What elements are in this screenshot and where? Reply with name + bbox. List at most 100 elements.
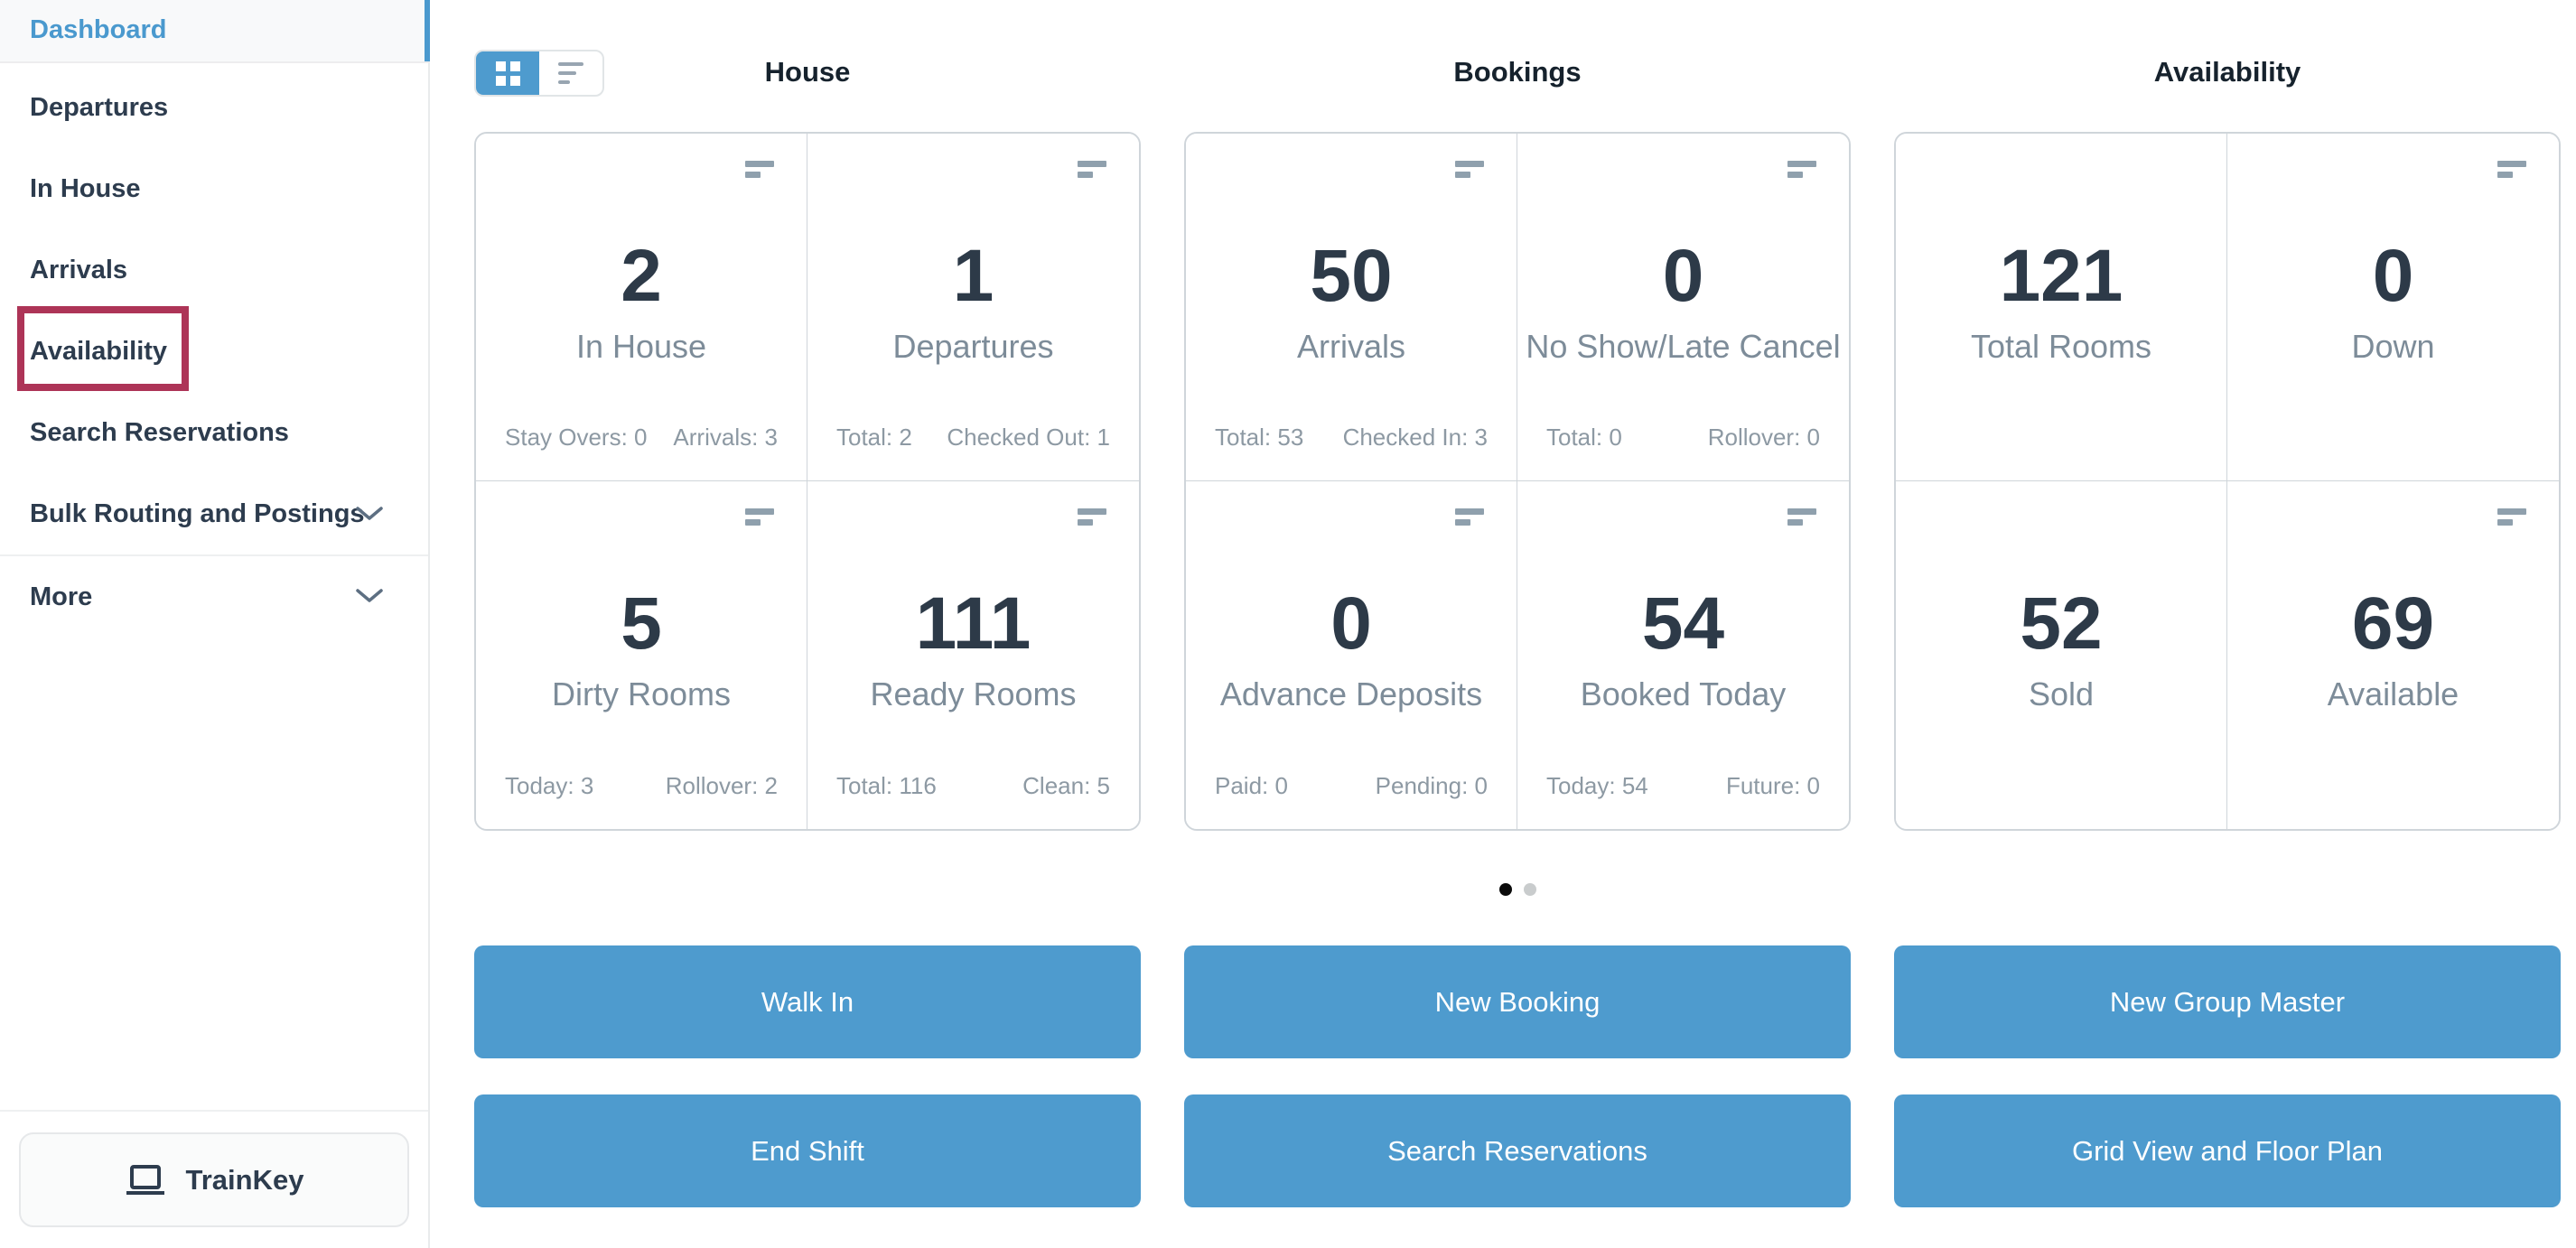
stat-label: Advance Deposits [1186, 674, 1517, 715]
sidebar-item-availability[interactable]: Availability [0, 311, 428, 392]
stat-sub-left: Paid: 0 [1215, 772, 1288, 800]
stat-value: 2 [476, 236, 807, 317]
card-menu-icon[interactable] [1078, 508, 1106, 526]
stat-card-arrivals[interactable]: 50 Arrivals Total: 53 Checked In: 3 [1186, 134, 1517, 481]
header-row: House Bookings Availability [474, 50, 2561, 95]
stat-sub-right: Checked In: 3 [1343, 424, 1488, 452]
stat-card-no-show-late-cancel[interactable]: 0 No Show/Late Cancel Total: 0 Rollover:… [1517, 134, 1849, 481]
stat-card-advance-deposits[interactable]: 0 Advance Deposits Paid: 0 Pending: 0 [1186, 481, 1517, 829]
sidebar-item-in-house[interactable]: In House [0, 148, 428, 229]
card-menu-icon[interactable] [1455, 161, 1484, 178]
stat-card-in-house[interactable]: 2 In House Stay Overs: 0 Arrivals: 3 [476, 134, 807, 481]
sidebar-footer: TrainKey [0, 1110, 428, 1248]
stat-label: Available [2227, 674, 2559, 715]
card-menu-icon[interactable] [1787, 508, 1816, 526]
stat-label: In House [476, 326, 807, 368]
stat-sub-left: Stay Overs: 0 [505, 424, 648, 452]
stat-card-total-rooms[interactable]: 121 Total Rooms [1896, 134, 2227, 481]
stat-value: 5 [476, 583, 807, 665]
stat-value: 121 [1896, 236, 2226, 317]
grid-view-icon [496, 61, 520, 86]
laptop-icon [125, 1165, 166, 1196]
new-group-master-button[interactable]: New Group Master [1894, 945, 2561, 1058]
stat-value: 0 [1517, 236, 1849, 317]
action-buttons-row-2: End Shift Search Reservations Grid View … [474, 1094, 2561, 1207]
action-buttons-row-1: Walk In New Booking New Group Master [474, 945, 2561, 1058]
stat-card-booked-today[interactable]: 54 Booked Today Today: 54 Future: 0 [1517, 481, 1849, 829]
chevron-down-icon [355, 588, 384, 604]
sidebar-item-search-reservations[interactable]: Search Reservations [0, 392, 428, 473]
trainkey-button[interactable]: TrainKey [19, 1132, 409, 1227]
sidebar-item-label: In House [30, 174, 140, 203]
stat-value: 54 [1517, 583, 1849, 665]
trainkey-label: TrainKey [186, 1164, 304, 1197]
column-title-availability: Availability [1894, 50, 2561, 95]
stat-value: 0 [1186, 583, 1517, 665]
stat-sub-left: Total: 53 [1215, 424, 1303, 452]
card-menu-icon[interactable] [1455, 508, 1484, 526]
sidebar: Dashboard Departures In House Arrivals A… [0, 0, 430, 1248]
stat-value: 69 [2227, 583, 2559, 665]
sidebar-item-departures[interactable]: Departures [0, 67, 428, 148]
active-indicator-bar [425, 0, 430, 61]
sidebar-item-dashboard[interactable]: Dashboard [0, 0, 428, 63]
stat-sub-right: Rollover: 0 [1708, 424, 1820, 452]
availability-card-group: 121 Total Rooms 0 Down 52 Sold 69 Availa… [1894, 132, 2561, 831]
stat-sub-right: Clean: 5 [1022, 772, 1110, 800]
card-menu-icon[interactable] [745, 508, 774, 526]
stat-sub-right: Pending: 0 [1376, 772, 1488, 800]
search-reservations-button[interactable]: Search Reservations [1184, 1094, 1851, 1207]
house-card-group: 2 In House Stay Overs: 0 Arrivals: 3 1 D… [474, 132, 1141, 831]
card-groups-row: 2 In House Stay Overs: 0 Arrivals: 3 1 D… [474, 132, 2561, 831]
stat-label: Arrivals [1186, 326, 1517, 368]
stat-value: 111 [807, 583, 1139, 665]
stat-label: Sold [1896, 674, 2226, 715]
stat-label: Booked Today [1517, 674, 1849, 715]
stat-value: 1 [807, 236, 1139, 317]
stat-sub-left: Total: 2 [836, 424, 912, 452]
stat-sub-left: Today: 54 [1546, 772, 1648, 800]
dashboard-main: House Bookings Availability 2 In House S… [474, 0, 2561, 1248]
pagination-dot-1[interactable] [1499, 883, 1512, 896]
sidebar-item-more[interactable]: More [0, 554, 428, 636]
new-booking-button[interactable]: New Booking [1184, 945, 1851, 1058]
sidebar-item-arrivals[interactable]: Arrivals [0, 229, 428, 311]
sidebar-item-label: More [30, 582, 92, 611]
stat-value: 52 [1896, 583, 2226, 665]
card-menu-icon[interactable] [2497, 508, 2526, 526]
sidebar-item-label: Arrivals [30, 256, 127, 284]
sidebar-item-label: Departures [30, 93, 168, 122]
card-menu-icon[interactable] [1787, 161, 1816, 178]
column-title-bookings: Bookings [1184, 50, 1851, 95]
grid-view-floor-plan-button[interactable]: Grid View and Floor Plan [1894, 1094, 2561, 1207]
chevron-down-icon [355, 506, 384, 522]
stat-card-dirty-rooms[interactable]: 5 Dirty Rooms Today: 3 Rollover: 2 [476, 481, 807, 829]
stat-label: Total Rooms [1896, 326, 2226, 368]
sidebar-item-label: Search Reservations [30, 418, 289, 447]
end-shift-button[interactable]: End Shift [474, 1094, 1141, 1207]
stat-sub-right: Arrivals: 3 [673, 424, 778, 452]
card-menu-icon[interactable] [745, 161, 774, 178]
stat-card-down[interactable]: 0 Down [2227, 134, 2559, 481]
grid-view-button[interactable] [476, 51, 539, 95]
sidebar-item-bulk-routing-and-postings[interactable]: Bulk Routing and Postings [0, 473, 428, 554]
stat-sub-left: Total: 116 [836, 772, 937, 800]
stat-card-available[interactable]: 69 Available [2227, 481, 2559, 829]
stat-card-ready-rooms[interactable]: 111 Ready Rooms Total: 116 Clean: 5 [807, 481, 1139, 829]
sidebar-item-label: Dashboard [30, 15, 166, 44]
card-menu-icon[interactable] [2497, 161, 2526, 178]
bookings-card-group: 50 Arrivals Total: 53 Checked In: 3 0 No… [1184, 132, 1851, 831]
walk-in-button[interactable]: Walk In [474, 945, 1141, 1058]
stat-label: Dirty Rooms [476, 674, 807, 715]
stat-label: Ready Rooms [807, 674, 1139, 715]
stat-sub-right: Checked Out: 1 [947, 424, 1110, 452]
stat-value: 0 [2227, 236, 2559, 317]
view-toggle [474, 50, 604, 97]
list-view-button[interactable] [539, 51, 602, 95]
stat-label: No Show/Late Cancel [1517, 326, 1849, 368]
stat-card-sold[interactable]: 52 Sold [1896, 481, 2227, 829]
card-menu-icon[interactable] [1078, 161, 1106, 178]
pagination-dot-2[interactable] [1524, 883, 1536, 896]
sidebar-item-label: Availability [30, 337, 167, 366]
stat-card-departures[interactable]: 1 Departures Total: 2 Checked Out: 1 [807, 134, 1139, 481]
